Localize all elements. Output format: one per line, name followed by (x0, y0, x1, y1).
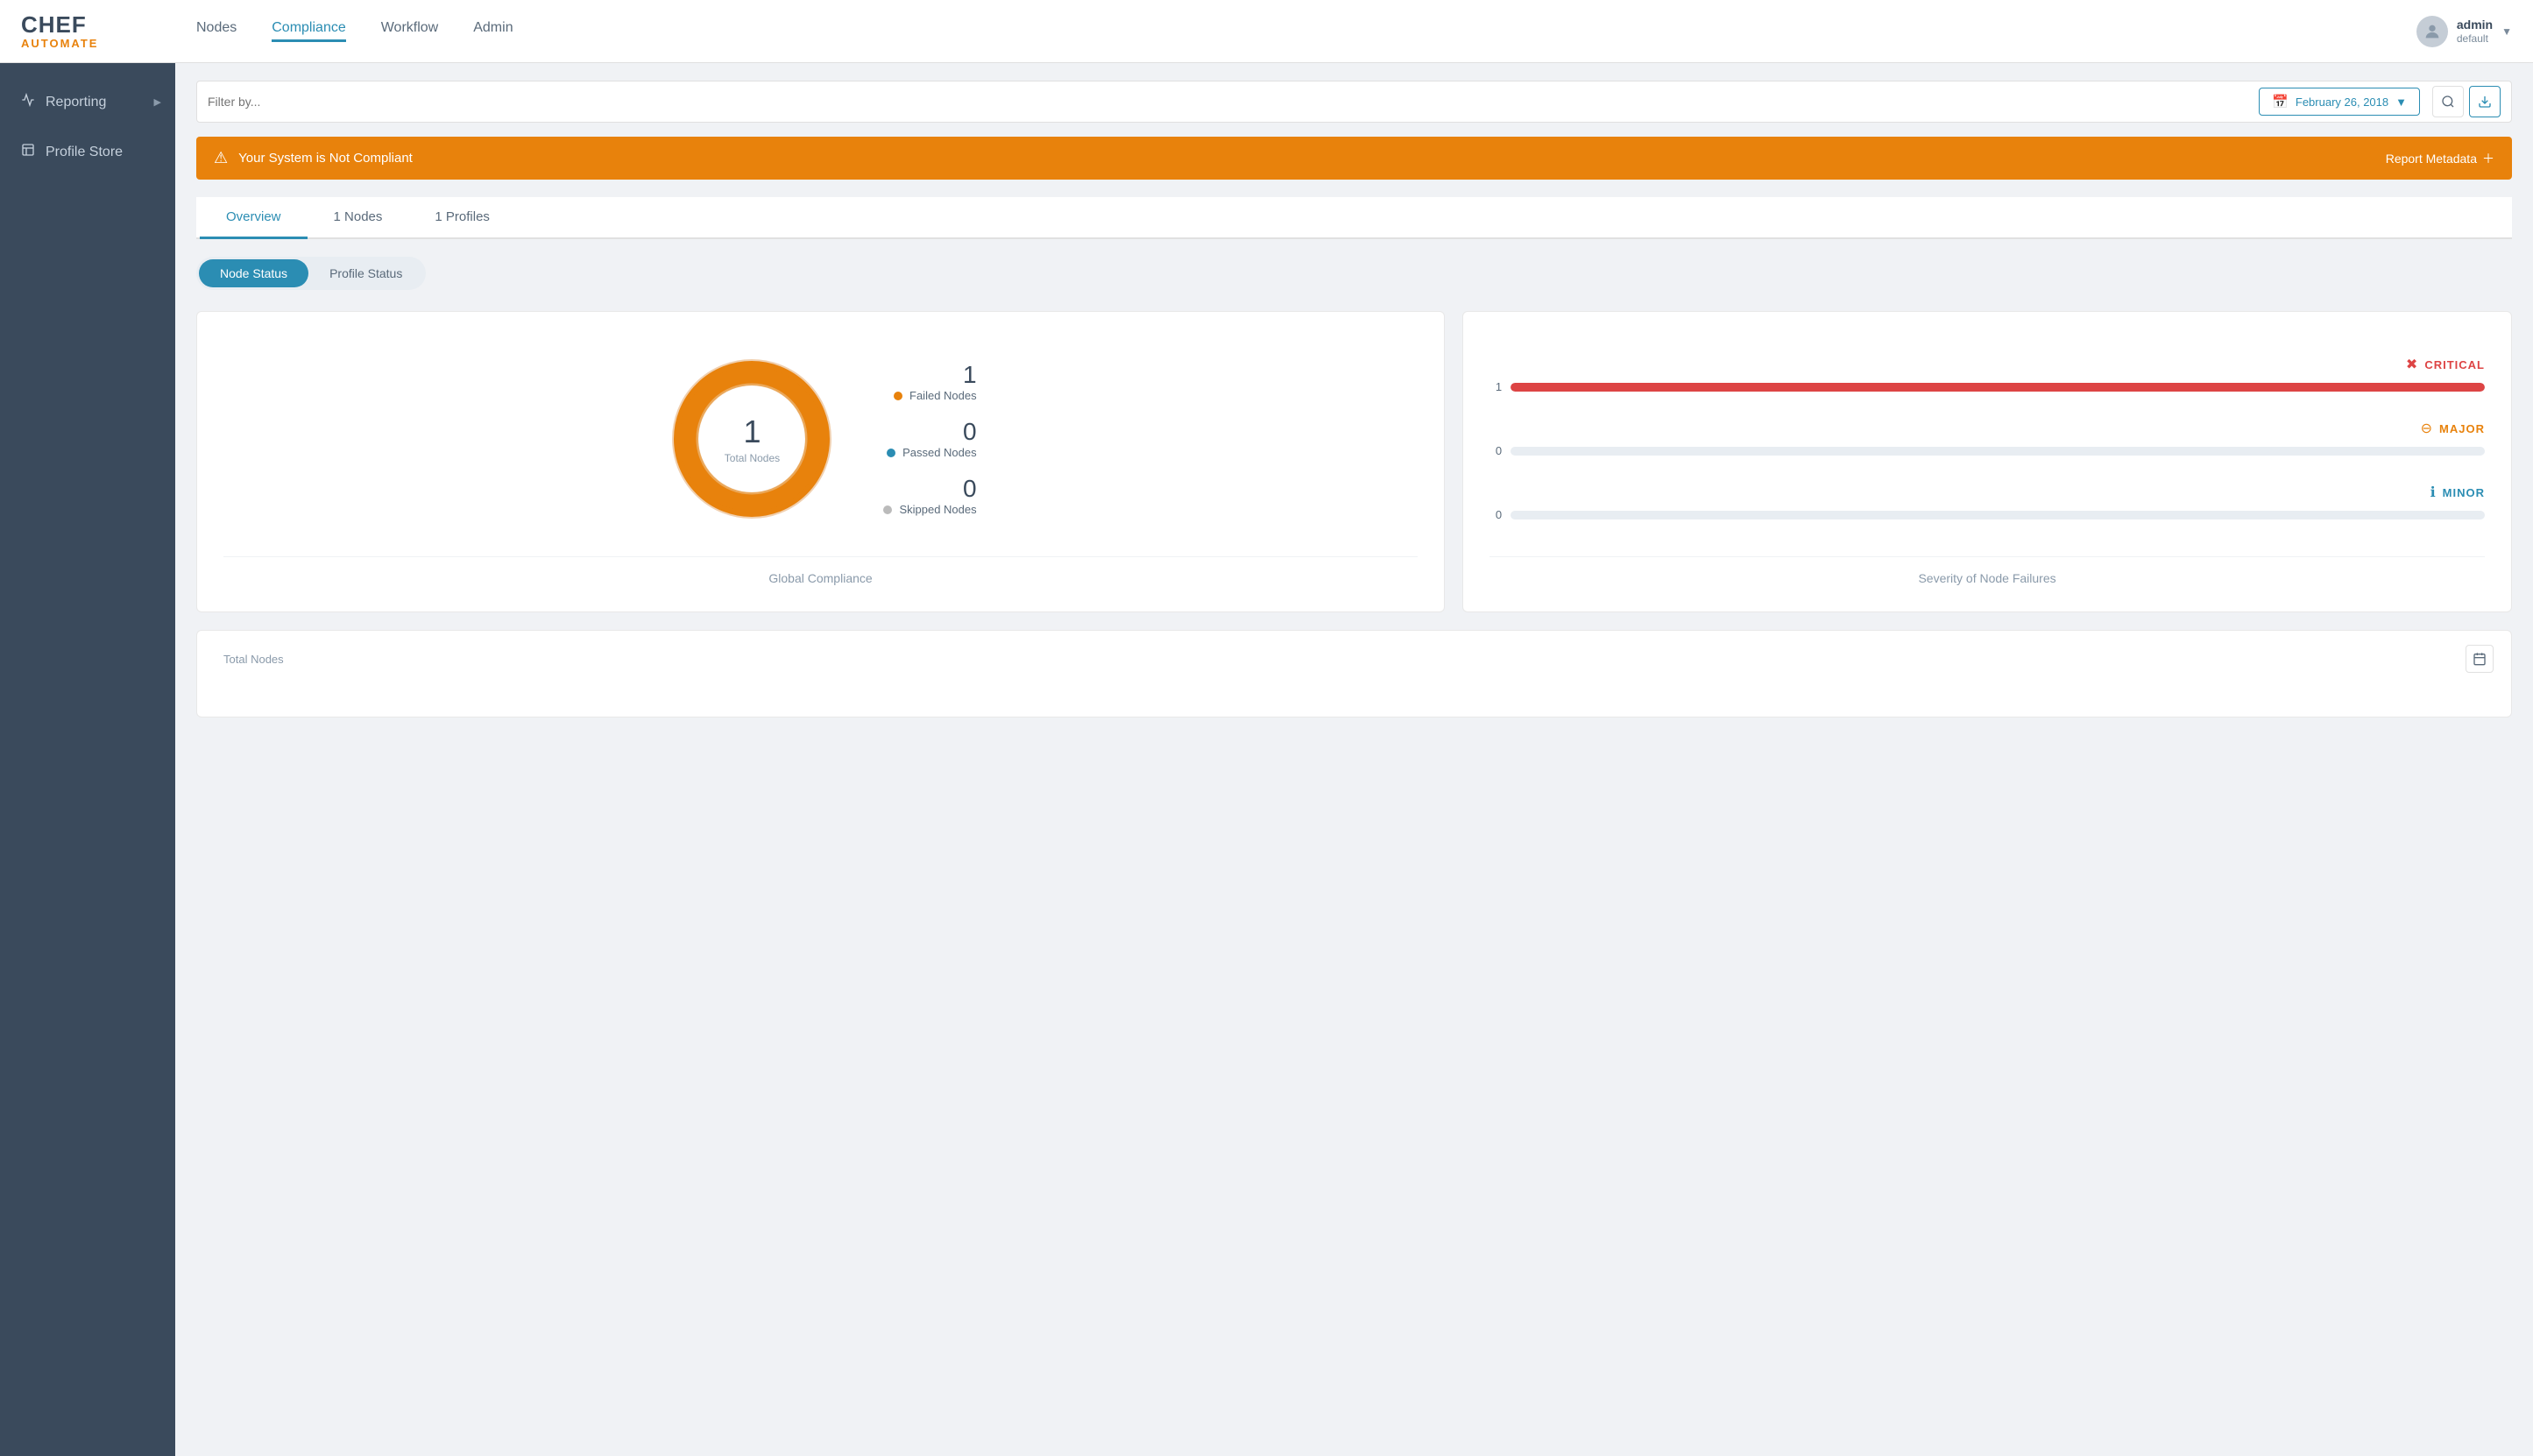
severity-rows: ✖ CRITICAL 1 (1489, 338, 2485, 539)
failed-nodes-stat: 1 Failed Nodes (883, 361, 976, 402)
report-metadata-button[interactable]: Report Metadata ＋ (2386, 150, 2494, 167)
profile-status-toggle[interactable]: Profile Status (308, 259, 423, 287)
filter-bar: 📅 February 26, 2018 ▼ (196, 81, 2512, 123)
node-status-toggle[interactable]: Node Status (199, 259, 308, 287)
alert-message: Your System is Not Compliant (238, 151, 2386, 166)
major-count: 0 (1489, 444, 1502, 457)
alert-icon: ⚠ (214, 149, 228, 167)
minor-bar-row: 0 (1489, 508, 2485, 521)
nav-links: Nodes Compliance Workflow Admin (196, 20, 2416, 42)
bottom-card-title: Total Nodes (223, 653, 284, 666)
user-area: admin default ▼ (2416, 16, 2512, 47)
download-button[interactable] (2469, 86, 2501, 117)
user-name: admin (2457, 17, 2493, 32)
global-compliance-title: Global Compliance (223, 556, 1418, 585)
tab-nodes[interactable]: 1 Nodes (308, 197, 409, 239)
bottom-card: Total Nodes (196, 630, 2512, 717)
alert-banner: ⚠ Your System is Not Compliant Report Me… (196, 137, 2512, 180)
tab-overview[interactable]: Overview (200, 197, 308, 239)
passed-label: Passed Nodes (902, 446, 977, 459)
severity-card: ✖ CRITICAL 1 (1462, 311, 2512, 612)
cards-row: 1 Total Nodes 1 Failed Nodes (196, 311, 2512, 612)
search-button[interactable] (2432, 86, 2464, 117)
major-label: MAJOR (2439, 422, 2485, 435)
critical-bar-row: 1 (1489, 380, 2485, 393)
minor-count: 0 (1489, 508, 1502, 521)
severity-major-row: ⊖ MAJOR 0 (1489, 420, 2485, 457)
reporting-icon (21, 93, 35, 111)
user-role: default (2457, 32, 2493, 46)
date-picker-button[interactable]: 📅 February 26, 2018 ▼ (2259, 88, 2420, 116)
node-stats: 1 Failed Nodes 0 Passed Nodes (883, 361, 976, 516)
skipped-nodes-stat: 0 Skipped Nodes (883, 475, 976, 516)
minor-bar-bg (1511, 511, 2485, 519)
critical-bar-fill (1511, 383, 2485, 392)
date-chevron-icon: ▼ (2395, 95, 2407, 109)
minor-icon: ℹ (2430, 484, 2436, 501)
global-compliance-card: 1 Total Nodes 1 Failed Nodes (196, 311, 1445, 612)
severity-title: Severity of Node Failures (1489, 556, 2485, 585)
view-toggle: Node Status Profile Status (196, 257, 426, 290)
nav-nodes[interactable]: Nodes (196, 20, 237, 42)
filter-input[interactable] (208, 95, 2259, 109)
severity-minor-row: ℹ MINOR 0 (1489, 484, 2485, 521)
sidebar-item-profile-store[interactable]: Profile Store (0, 127, 175, 177)
nav-compliance[interactable]: Compliance (272, 20, 345, 42)
top-navigation: CHEF AUTOMATE Nodes Compliance Workflow … (0, 0, 2533, 63)
avatar (2416, 16, 2448, 47)
main-content: 📅 February 26, 2018 ▼ ⚠ Your System is N… (175, 63, 2533, 1456)
tab-profiles[interactable]: 1 Profiles (408, 197, 516, 239)
major-bar-row: 0 (1489, 444, 2485, 457)
critical-bar-bg (1511, 383, 2485, 392)
failed-count: 1 (883, 361, 976, 389)
failed-label: Failed Nodes (909, 389, 977, 402)
donut-chart: 1 Total Nodes (664, 351, 839, 527)
profile-store-icon (21, 143, 35, 161)
user-menu-chevron[interactable]: ▼ (2501, 25, 2512, 38)
major-icon: ⊖ (2421, 420, 2432, 437)
donut-area: 1 Total Nodes 1 Failed Nodes (223, 338, 1418, 539)
critical-label: CRITICAL (2424, 358, 2485, 371)
nav-workflow[interactable]: Workflow (381, 20, 439, 42)
total-nodes-label: Total Nodes (725, 452, 780, 464)
minor-label: MINOR (2443, 486, 2485, 499)
critical-icon: ✖ (2406, 356, 2417, 373)
logo-automate: AUTOMATE (21, 38, 98, 50)
reporting-arrow: ▶ (154, 96, 161, 108)
donut-center: 1 Total Nodes (725, 413, 780, 464)
sidebar-reporting-label: Reporting (46, 95, 106, 110)
sidebar-item-reporting[interactable]: Reporting ▶ (0, 77, 175, 127)
passed-dot (887, 449, 895, 457)
calendar-icon: 📅 (2272, 94, 2289, 110)
date-label: February 26, 2018 (2296, 95, 2388, 109)
major-bar-bg (1511, 447, 2485, 456)
passed-nodes-stat: 0 Passed Nodes (883, 418, 976, 459)
severity-critical-row: ✖ CRITICAL 1 (1489, 356, 2485, 393)
skipped-label: Skipped Nodes (899, 503, 976, 516)
sidebar-profile-store-label: Profile Store (46, 145, 123, 160)
passed-count: 0 (883, 418, 976, 446)
skipped-count: 0 (883, 475, 976, 503)
nav-admin[interactable]: Admin (473, 20, 513, 42)
user-info: admin default (2457, 17, 2493, 46)
app-body: Reporting ▶ Profile Store 📅 February 26,… (0, 63, 2533, 1456)
tab-bar: Overview 1 Nodes 1 Profiles (196, 197, 2512, 239)
report-metadata-label: Report Metadata (2386, 152, 2477, 166)
total-nodes-number: 1 (725, 413, 780, 450)
report-metadata-plus-icon: ＋ (2482, 150, 2494, 167)
skipped-dot (883, 505, 892, 514)
sidebar: Reporting ▶ Profile Store (0, 63, 175, 1456)
calendar-button[interactable] (2466, 645, 2494, 673)
logo: CHEF AUTOMATE (21, 12, 161, 50)
failed-dot (894, 392, 902, 400)
logo-chef: CHEF (21, 12, 98, 38)
critical-count: 1 (1489, 380, 1502, 393)
